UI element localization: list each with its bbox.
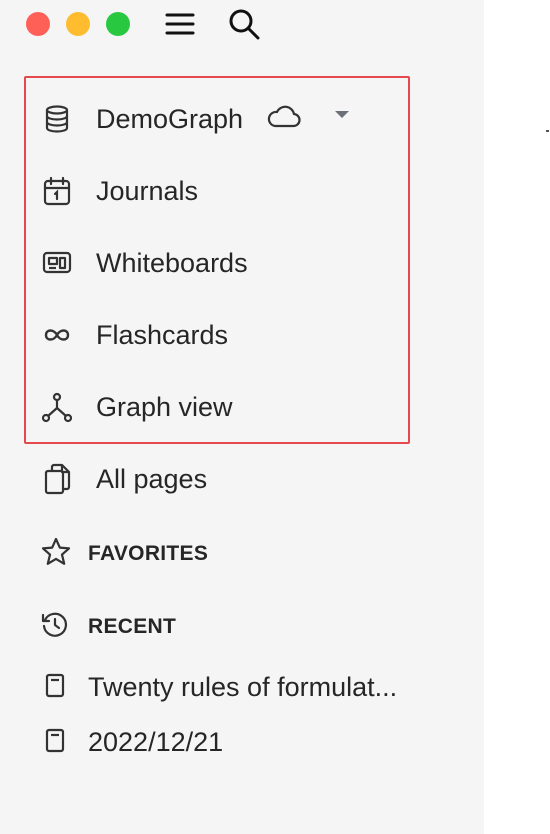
history-icon bbox=[40, 610, 70, 645]
sidebar-item-label: Whiteboards bbox=[96, 247, 248, 278]
window-zoom-button[interactable] bbox=[106, 12, 130, 36]
menu-icon[interactable] bbox=[162, 6, 198, 42]
infinity-icon bbox=[40, 318, 74, 352]
sidebar-item-label: Journals bbox=[96, 175, 199, 206]
sidebar-item-graph-view[interactable]: Graph view bbox=[40, 383, 400, 431]
sidebar-item-all-pages[interactable]: All pages bbox=[40, 455, 400, 503]
graph-selector[interactable]: DemoGraph bbox=[40, 95, 400, 143]
page-icon bbox=[40, 725, 70, 760]
files-icon bbox=[40, 462, 74, 496]
graph-name: DemoGraph bbox=[96, 103, 244, 134]
search-icon[interactable] bbox=[226, 6, 262, 42]
sidebar-item-label: All pages bbox=[96, 463, 208, 494]
sidebar-item-label: Graph view bbox=[96, 391, 233, 422]
recent-item[interactable]: 2022/12/21 bbox=[40, 722, 450, 762]
page-icon bbox=[40, 670, 70, 705]
content-edge-mark bbox=[546, 130, 549, 132]
sidebar-item-whiteboards[interactable]: Whiteboards bbox=[40, 239, 400, 287]
section-recent[interactable]: RECENT bbox=[40, 610, 176, 645]
sidebar-item-label: Flashcards bbox=[96, 319, 229, 350]
sidebar-item-flashcards[interactable]: Flashcards bbox=[40, 311, 400, 359]
window-minimize-button[interactable] bbox=[66, 12, 90, 36]
window-close-button[interactable] bbox=[26, 12, 50, 36]
recent-item-label: 2022/12/21 bbox=[88, 726, 224, 757]
cloud-icon bbox=[266, 103, 302, 136]
left-sidebar: DemoGraph Journals Whiteboards Flashcard… bbox=[0, 0, 484, 834]
calendar-icon bbox=[40, 174, 74, 208]
recent-item[interactable]: Twenty rules of formulat... bbox=[40, 667, 450, 707]
whiteboard-icon bbox=[40, 246, 74, 280]
graph-icon bbox=[40, 390, 74, 424]
caret-down-icon[interactable] bbox=[332, 107, 352, 126]
star-icon bbox=[40, 536, 72, 573]
section-favorites[interactable]: FAVORITES bbox=[40, 536, 208, 573]
sidebar-item-journals[interactable]: Journals bbox=[40, 167, 400, 215]
database-icon bbox=[40, 102, 74, 136]
recent-item-label: Twenty rules of formulat... bbox=[88, 671, 398, 702]
section-label: RECENT bbox=[88, 615, 177, 638]
section-label: FAVORITES bbox=[88, 542, 209, 565]
